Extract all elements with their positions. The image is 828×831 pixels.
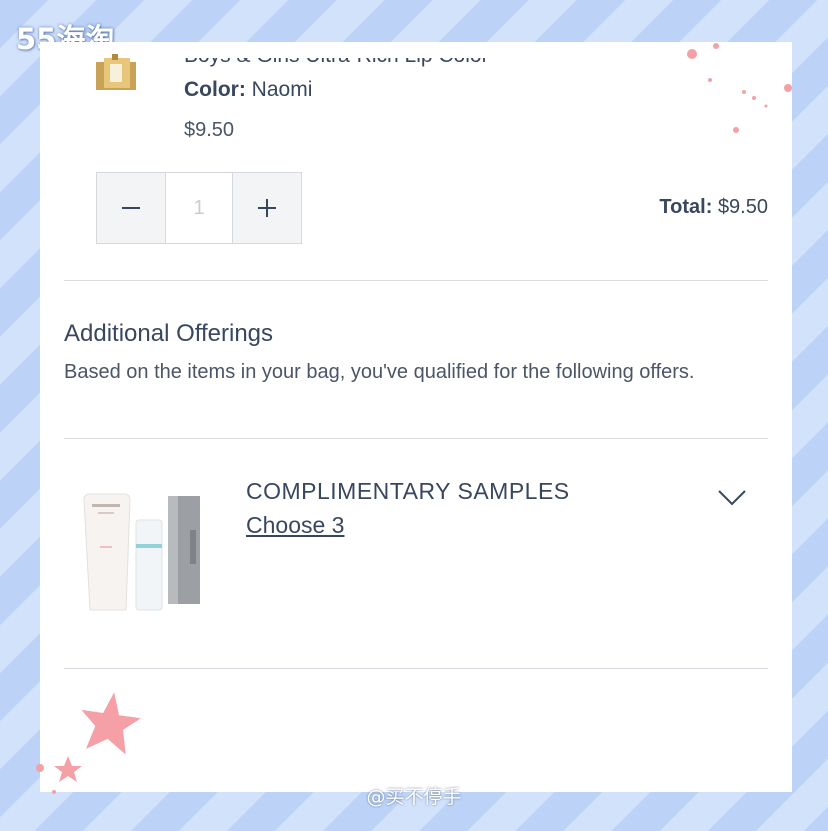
decrement-button[interactable] (97, 173, 165, 243)
samples-title: COMPLIMENTARY SAMPLES (246, 478, 570, 504)
item-total: Total: $9.50 (659, 196, 768, 219)
product-name[interactable]: Boys & Girls Ultra-Rich Lip Color (184, 58, 489, 68)
watermark-author: @买不停手 (366, 786, 462, 808)
divider (64, 668, 768, 669)
color-label: Color: (184, 78, 246, 101)
minus-icon (122, 207, 140, 209)
plus-icon (258, 199, 276, 217)
divider (64, 438, 768, 439)
quantity-input[interactable]: 1 (165, 173, 233, 243)
offerings-title: Additional Offerings (64, 320, 274, 347)
increment-button[interactable] (233, 173, 301, 243)
total-label: Total: (659, 196, 713, 218)
total-value: $9.50 (717, 196, 768, 218)
choose-samples-link[interactable]: Choose 3 (246, 512, 344, 539)
color-value: Naomi (251, 78, 313, 101)
product-color: Color: Naomi (184, 78, 312, 102)
divider (64, 280, 768, 281)
cart-panel: Boys & Girls Ultra-Rich Lip Color Color:… (40, 42, 792, 792)
cart-item: Boys & Girls Ultra-Rich Lip Color Color:… (40, 42, 792, 282)
quantity-stepper: 1 (96, 172, 302, 244)
product-price: $9.50 (184, 119, 235, 141)
sparkle-decoration (687, 43, 792, 133)
chevron-down-icon[interactable] (716, 486, 748, 508)
samples-image (83, 493, 200, 611)
product-thumbnail[interactable] (94, 54, 140, 94)
offerings-description: Based on the items in your bag, you've q… (64, 361, 695, 383)
